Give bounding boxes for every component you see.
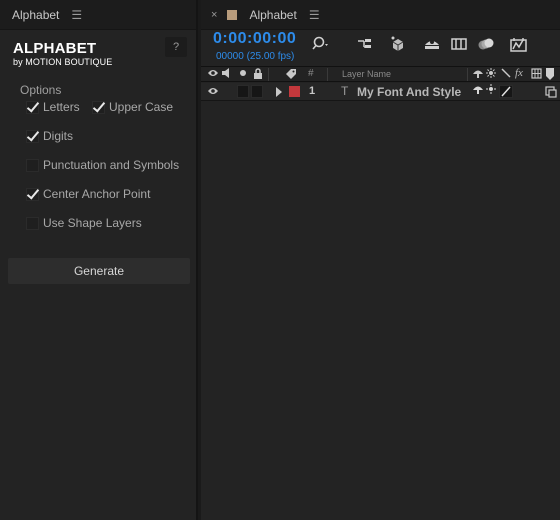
- upper-case-option[interactable]: Upper Case: [92, 100, 173, 114]
- punctuation-option[interactable]: Punctuation and Symbols: [26, 158, 179, 172]
- center-anchor-option[interactable]: Center Anchor Point: [26, 187, 150, 201]
- composition-timeline-panel: × Alphabet ☰ 0:00:00:00 00000 (25.00 fps…: [201, 0, 560, 520]
- panel-menu-icon[interactable]: ☰: [309, 8, 320, 22]
- layer-number-header[interactable]: #: [308, 68, 314, 79]
- digits-option[interactable]: Digits: [26, 129, 73, 143]
- panel-menu-icon[interactable]: ☰: [71, 8, 82, 22]
- video-visibility-icon[interactable]: [207, 68, 219, 81]
- upper-case-checkbox[interactable]: [92, 100, 105, 114]
- alphabet-panel-tab[interactable]: Alphabet ☰: [0, 0, 196, 30]
- shy-layers-icon[interactable]: [423, 37, 441, 54]
- composition-tab-title[interactable]: Alphabet: [249, 8, 296, 22]
- layer-number: 1: [309, 85, 316, 97]
- generate-button[interactable]: Generate: [8, 258, 190, 284]
- logo-title: ALPHABET: [13, 40, 97, 57]
- effects-switch-icon[interactable]: fx: [515, 67, 523, 79]
- header-divider: [467, 68, 468, 81]
- shape-layers-option[interactable]: Use Shape Layers: [26, 216, 142, 230]
- layer-label-color[interactable]: [289, 86, 300, 97]
- panel-tab-title[interactable]: Alphabet: [12, 8, 59, 22]
- options-label: Options: [20, 83, 62, 97]
- alphabet-logo: ALPHABET by MOTION BOUTIQUE: [13, 40, 112, 67]
- help-button[interactable]: ?: [165, 37, 187, 57]
- graph-editor-icon[interactable]: [510, 37, 528, 56]
- collapse-switch-icon[interactable]: [486, 68, 496, 81]
- shape-layers-label: Use Shape Layers: [43, 216, 142, 230]
- search-icon[interactable]: [311, 36, 331, 55]
- expand-arrow-icon[interactable]: [275, 86, 283, 100]
- digits-label: Digits: [43, 129, 74, 143]
- label-tag-icon[interactable]: [285, 68, 297, 83]
- center-anchor-label: Center Anchor Point: [43, 187, 151, 201]
- timeline-marker-icon[interactable]: [545, 68, 555, 83]
- punctuation-checkbox[interactable]: [26, 158, 39, 172]
- upper-case-label: Upper Case: [109, 100, 174, 114]
- collapse-toggle-icon[interactable]: [486, 84, 496, 97]
- letters-option[interactable]: Letters: [26, 100, 80, 114]
- layer-column-header: # Layer Name fx: [201, 66, 560, 82]
- video-visibility-toggle-icon[interactable]: [207, 85, 219, 99]
- shape-layers-checkbox[interactable]: [26, 216, 39, 230]
- alphabet-panel: Alphabet ☰ ALPHABET by MOTION BOUTIQUE ?…: [0, 0, 198, 520]
- lock-toggle[interactable]: [251, 85, 263, 98]
- parent-pickwhip-icon[interactable]: [545, 86, 557, 101]
- audio-icon[interactable]: [221, 68, 233, 81]
- layer-name[interactable]: My Font And Style: [357, 85, 461, 99]
- header-divider: [327, 68, 328, 81]
- frame-blend-switch-icon[interactable]: [531, 68, 542, 82]
- composition-flowchart-icon[interactable]: [356, 37, 374, 54]
- layer-name-header[interactable]: Layer Name: [342, 69, 391, 79]
- draft-3d-icon[interactable]: [389, 35, 407, 54]
- composition-swatch: [227, 9, 238, 20]
- header-divider: [268, 68, 269, 81]
- text-layer-icon: T: [341, 84, 349, 98]
- quality-toggle[interactable]: [499, 85, 513, 98]
- punctuation-label: Punctuation and Symbols: [43, 158, 180, 172]
- close-icon[interactable]: ×: [211, 9, 217, 21]
- layer-row[interactable]: 1 T My Font And Style: [201, 83, 560, 101]
- shy-toggle-icon[interactable]: [472, 84, 484, 97]
- solo-toggle[interactable]: [237, 85, 249, 98]
- composition-tab[interactable]: × Alphabet ☰: [201, 0, 560, 30]
- current-time-display[interactable]: 0:00:00:00: [213, 30, 296, 48]
- shy-switch-icon[interactable]: [472, 68, 484, 81]
- center-anchor-checkbox[interactable]: [26, 187, 39, 201]
- frame-count-display: 00000 (25.00 fps): [216, 51, 295, 62]
- quality-switch-icon[interactable]: [501, 68, 511, 81]
- logo-subtitle: by MOTION BOUTIQUE: [13, 57, 113, 67]
- letters-checkbox[interactable]: [26, 100, 39, 114]
- solo-icon[interactable]: [239, 68, 247, 81]
- lock-icon[interactable]: [253, 68, 263, 82]
- letters-label: Letters: [43, 100, 80, 114]
- digits-checkbox[interactable]: [26, 129, 39, 143]
- motion-blur-icon[interactable]: [477, 36, 495, 55]
- frame-blending-icon[interactable]: [451, 37, 467, 54]
